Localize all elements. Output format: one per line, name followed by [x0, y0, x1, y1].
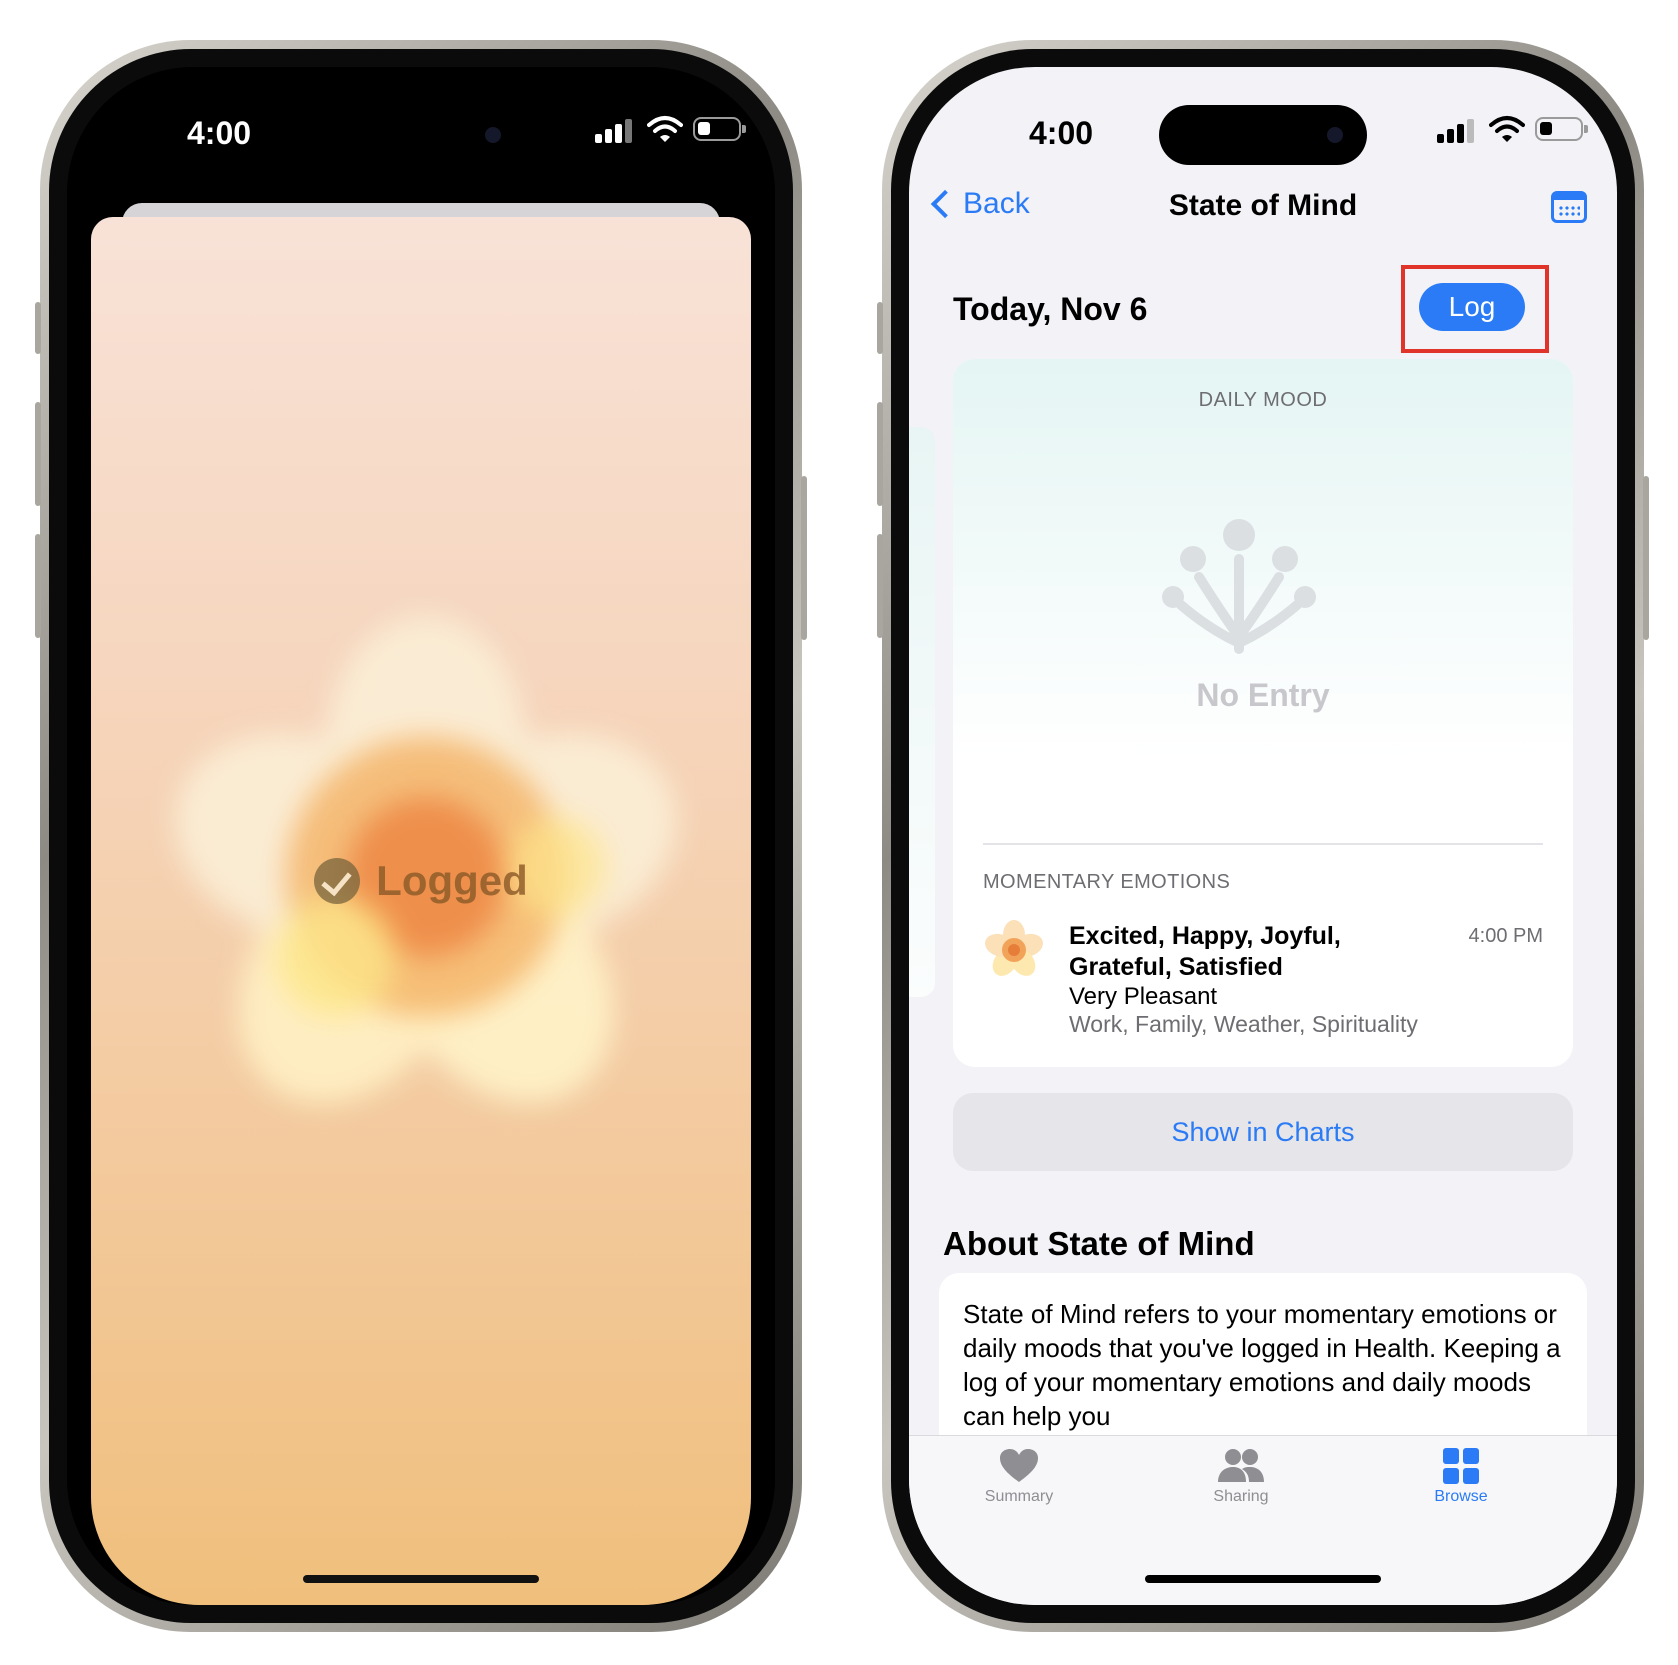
date-heading: Today, Nov 6 — [953, 291, 1148, 327]
emotion-associations: Work, Family, Weather, Spirituality — [1069, 1011, 1418, 1037]
screenshot-stage: 4:00 Logged 4:00 Back State of Mind Toda… — [0, 0, 1678, 1665]
daily-mood-label: DAILY MOOD — [1198, 389, 1328, 411]
status-bar: 4:00 — [67, 67, 775, 177]
tab-sharing-label: Sharing — [1213, 1488, 1269, 1505]
section-divider — [983, 843, 1543, 845]
action-button — [35, 302, 41, 354]
cellular-signal-icon — [1437, 119, 1475, 143]
tab-summary[interactable]: Summary — [949, 1448, 1089, 1506]
logged-sheet: Logged — [91, 217, 751, 1605]
camera-icon — [485, 127, 501, 143]
camera-icon — [1327, 127, 1343, 143]
status-time: 4:00 — [187, 115, 252, 151]
previous-day-card-peek[interactable] — [909, 427, 935, 997]
volume-down-button — [877, 534, 883, 638]
tab-sharing[interactable]: Sharing — [1171, 1448, 1311, 1506]
screen-right: 4:00 Back State of Mind Today, Nov 6 Log… — [909, 67, 1617, 1605]
volume-up-button — [877, 402, 883, 506]
side-button — [801, 476, 807, 640]
action-button — [877, 302, 883, 354]
about-body: State of Mind refers to your momentary e… — [963, 1299, 1561, 1431]
volume-up-button — [35, 402, 41, 506]
side-button — [1643, 476, 1649, 640]
status-time: 4:00 — [1029, 115, 1094, 151]
dynamic-island — [1159, 105, 1367, 165]
logged-confirmation: Logged — [91, 857, 751, 905]
screen-left: 4:00 Logged — [67, 67, 775, 1605]
people-icon — [1218, 1449, 1264, 1482]
navigation-bar: Back State of Mind — [909, 177, 1617, 241]
heart-icon — [1000, 1449, 1038, 1482]
show-in-charts-button[interactable]: Show in Charts — [953, 1093, 1573, 1171]
tab-summary-label: Summary — [984, 1488, 1054, 1505]
emotion-time: 4:00 PM — [1468, 925, 1543, 947]
phone-bezel: 4:00 — [891, 49, 1635, 1623]
phone-bezel: 4:00 — [49, 49, 793, 1623]
wifi-icon — [1489, 116, 1525, 142]
mood-card[interactable]: DAILY MOOD No Entry MOMENTARY EMOTIONS E… — [953, 359, 1573, 1067]
phone-left: 4:00 Logged — [35, 40, 807, 1632]
emotions-list: Excited, Happy, Joyful, Grateful, Satisf… — [1069, 922, 1341, 981]
emotion-flower-icon — [985, 920, 1043, 976]
nav-title: State of Mind — [1168, 189, 1358, 222]
home-indicator[interactable] — [303, 1575, 539, 1583]
momentary-emotions-label: MOMENTARY EMOTIONS — [983, 871, 1231, 893]
home-indicator[interactable] — [1145, 1575, 1381, 1583]
status-bar: 4:00 — [909, 67, 1617, 177]
volume-down-button — [35, 534, 41, 638]
about-heading: About State of Mind — [943, 1225, 1255, 1262]
emotion-valence: Very Pleasant — [1069, 983, 1218, 1010]
grid-icon — [1443, 1448, 1479, 1484]
phone-right: 4:00 Back State of Mind Today, Nov 6 Log… — [877, 40, 1649, 1632]
battery-icon — [1535, 117, 1588, 141]
checkmark-circle-icon — [314, 858, 361, 904]
daily-mood-empty-icon — [1162, 519, 1316, 654]
cellular-signal-icon — [595, 119, 633, 143]
annotation-highlight-box — [1401, 265, 1549, 353]
calendar-icon[interactable] — [1551, 191, 1587, 223]
battery-icon — [693, 117, 746, 141]
logged-label: Logged — [376, 857, 528, 904]
wifi-icon — [647, 116, 683, 142]
no-entry-text: No Entry — [1196, 677, 1330, 713]
tab-browse-label: Browse — [1434, 1488, 1488, 1505]
tab-browse[interactable]: Browse — [1391, 1448, 1531, 1506]
dynamic-island — [317, 105, 525, 165]
